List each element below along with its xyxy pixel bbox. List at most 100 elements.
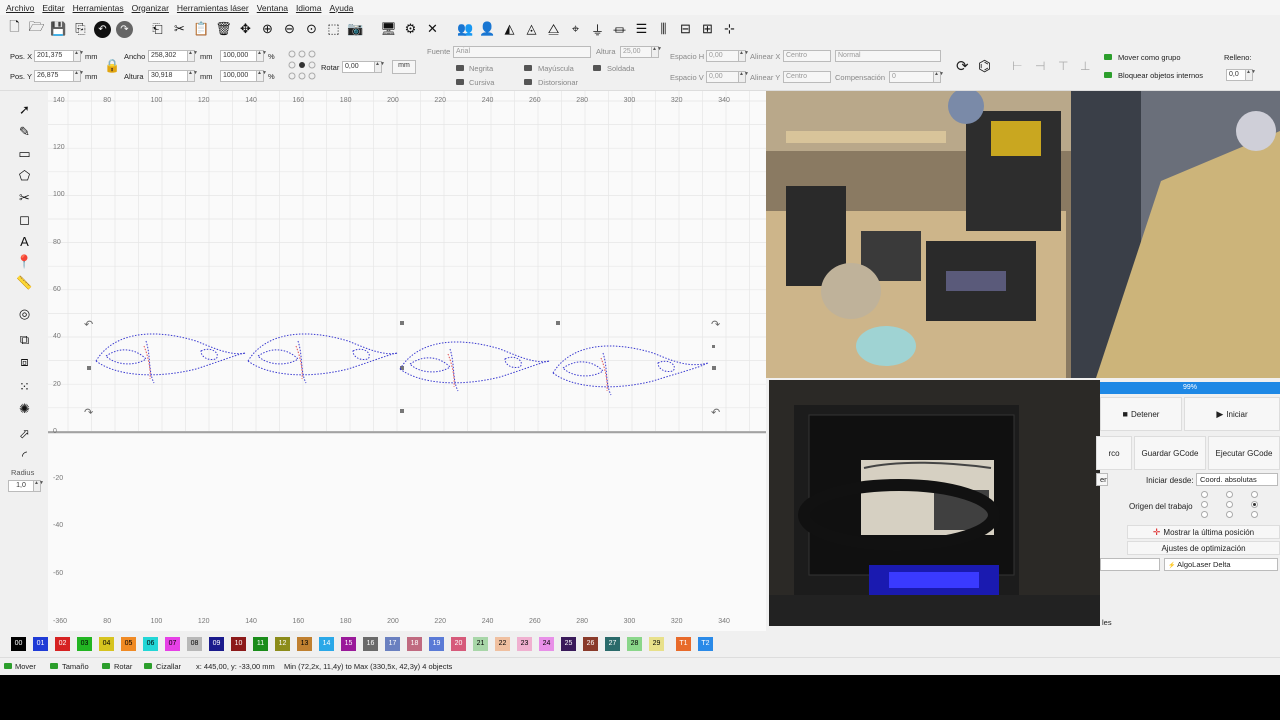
- device-select[interactable]: ⚡ AlgoLaser Delta: [1164, 558, 1278, 571]
- width-input[interactable]: 258,302: [148, 50, 188, 62]
- vspace-input[interactable]: 0,00: [706, 71, 739, 83]
- layer-swatch-19[interactable]: 19: [429, 637, 444, 651]
- layer-swatch-23[interactable]: 23: [517, 637, 532, 651]
- pan-icon[interactable]: ✥: [237, 21, 254, 38]
- layer-swatch-22[interactable]: 22: [495, 637, 510, 651]
- vspace-spin[interactable]: ▲▼: [739, 71, 749, 83]
- layer-swatch-28[interactable]: 28: [627, 637, 642, 651]
- weld-icon[interactable]: ⧈: [16, 353, 33, 370]
- font-select[interactable]: Arial: [453, 46, 591, 58]
- move-check[interactable]: [4, 663, 12, 669]
- flip-vertical-icon[interactable]: ◬: [523, 21, 540, 38]
- array-icon[interactable]: ⁙: [16, 378, 33, 395]
- layer-swatch-20[interactable]: 20: [451, 637, 466, 651]
- frame-icon[interactable]: ◻: [16, 211, 33, 228]
- fill-spin[interactable]: ▲▼: [1246, 69, 1256, 81]
- layer-swatch-05[interactable]: 05: [121, 637, 136, 651]
- center-icon[interactable]: ⌖: [567, 21, 584, 38]
- zoom-in-icon[interactable]: ⊕: [259, 21, 276, 38]
- refresh-icon[interactable]: ⟳: [956, 57, 969, 75]
- layer-swatch-04[interactable]: 04: [99, 637, 114, 651]
- comp-spin[interactable]: ▲▼: [934, 71, 944, 83]
- layer-swatch-26[interactable]: 26: [583, 637, 598, 651]
- design-artwork[interactable]: [95, 333, 709, 396]
- delete-icon[interactable]: 🗑: [215, 21, 232, 38]
- align-left-icon[interactable]: ⊢: [1012, 59, 1022, 73]
- motif-4[interactable]: [552, 345, 709, 396]
- align-center-icon[interactable]: ⏚: [589, 21, 606, 38]
- hspace-spin[interactable]: ▲▼: [739, 50, 749, 62]
- scale-handle-right[interactable]: [712, 366, 716, 370]
- rotate-spin[interactable]: ▲▼: [375, 61, 385, 73]
- move-group-check[interactable]: [1104, 54, 1112, 60]
- layer-swatch-07[interactable]: 07: [165, 637, 180, 651]
- tools-icon[interactable]: ✕: [424, 21, 441, 38]
- comp-input[interactable]: 0: [889, 71, 934, 83]
- layer-swatch-15[interactable]: 15: [341, 637, 356, 651]
- text-icon[interactable]: A: [16, 233, 33, 250]
- left-select[interactable]: [1100, 558, 1160, 571]
- frame-button[interactable]: rco: [1096, 436, 1132, 470]
- layer-swatch-09[interactable]: 09: [209, 637, 224, 651]
- radial-array-icon[interactable]: ✺: [16, 400, 33, 417]
- edit-nodes-icon[interactable]: ✂: [16, 189, 33, 206]
- export-icon[interactable]: ⎘: [72, 21, 89, 38]
- menu-herramientas[interactable]: Herramientas: [73, 3, 124, 13]
- select-arrow-icon[interactable]: ➚: [16, 101, 33, 118]
- align-right-icon[interactable]: ⊣: [1035, 59, 1045, 73]
- layer-swatch-08[interactable]: 08: [187, 637, 202, 651]
- rectangle-icon[interactable]: ▭: [16, 145, 33, 162]
- distribute-v-icon[interactable]: ⫼: [655, 21, 672, 38]
- scale-handle-left[interactable]: [87, 366, 91, 370]
- layer-swatch-17[interactable]: 17: [385, 637, 400, 651]
- height-input[interactable]: 30,918: [148, 70, 188, 82]
- distribute-h-icon[interactable]: ☰: [633, 21, 650, 38]
- units-toggle-button[interactable]: mm: [392, 60, 416, 74]
- camera-icon[interactable]: 📷: [347, 21, 364, 38]
- layer-swatch-29[interactable]: 29: [649, 637, 664, 651]
- zoom-out-icon[interactable]: ⊖: [281, 21, 298, 38]
- rotate-handle-tr[interactable]: ↷: [711, 319, 720, 331]
- scale-handle-bottom[interactable]: [400, 409, 404, 413]
- layer-swatch-13[interactable]: 13: [297, 637, 312, 651]
- radius-input[interactable]: 1,0: [8, 480, 34, 492]
- open-folder-icon[interactable]: 🗁: [28, 19, 45, 38]
- start-from-select[interactable]: Coord. absolutas: [1196, 473, 1278, 486]
- layer-swatch-21[interactable]: 21: [473, 637, 488, 651]
- upper-check[interactable]: [524, 65, 532, 71]
- shear-check[interactable]: [144, 663, 152, 669]
- menu-ventana[interactable]: Ventana: [257, 3, 288, 13]
- motif-1[interactable]: [95, 333, 247, 384]
- run-gcode-button[interactable]: Ejecutar GCode: [1208, 436, 1280, 470]
- fill-input[interactable]: 0,0: [1226, 69, 1246, 81]
- origin-tr[interactable]: [1251, 491, 1258, 498]
- scale-w-input[interactable]: 100,000: [220, 50, 257, 62]
- select-box-icon[interactable]: ⬚: [325, 21, 342, 38]
- hspace-input[interactable]: 0,00: [706, 50, 739, 62]
- menu-archivo[interactable]: Archivo: [6, 3, 34, 13]
- scale-h-input[interactable]: 100,000: [220, 70, 257, 82]
- layer-swatch-14[interactable]: 14: [319, 637, 334, 651]
- polygon-icon[interactable]: ⬠: [16, 167, 33, 184]
- monitor-icon[interactable]: 🖥: [380, 21, 397, 38]
- stop-button[interactable]: ■ Detener: [1100, 397, 1182, 431]
- laser-head-icon[interactable]: ⌬: [978, 57, 991, 75]
- align-bottom-icon[interactable]: ⊥: [1080, 59, 1090, 73]
- offset-icon[interactable]: ◎: [16, 305, 33, 322]
- snap-icon[interactable]: ⊹: [721, 21, 738, 38]
- show-last-position-button[interactable]: ✛ Mostrar la última posición: [1127, 525, 1280, 539]
- paste-icon[interactable]: 📋: [193, 21, 210, 38]
- rotate-handle-tl[interactable]: ↶: [84, 319, 93, 331]
- cut-icon[interactable]: ✂: [171, 21, 188, 38]
- optimization-settings-button[interactable]: Ajustes de optimización: [1127, 541, 1280, 555]
- mirror-icon[interactable]: ⧋: [545, 21, 562, 38]
- size-check[interactable]: [50, 663, 58, 669]
- layer-swatch-T1[interactable]: T1: [676, 637, 691, 651]
- settings-gear-icon[interactable]: ⚙: [402, 21, 419, 38]
- welded-check[interactable]: [593, 65, 601, 71]
- origin-br[interactable]: [1251, 511, 1258, 518]
- scale-w-spin[interactable]: ▲▼: [257, 50, 267, 62]
- scale-h-spin[interactable]: ▲▼: [257, 70, 267, 82]
- menu-herramientas-laser[interactable]: Herramientas láser: [177, 3, 249, 13]
- menu-idioma[interactable]: Idioma: [296, 3, 322, 13]
